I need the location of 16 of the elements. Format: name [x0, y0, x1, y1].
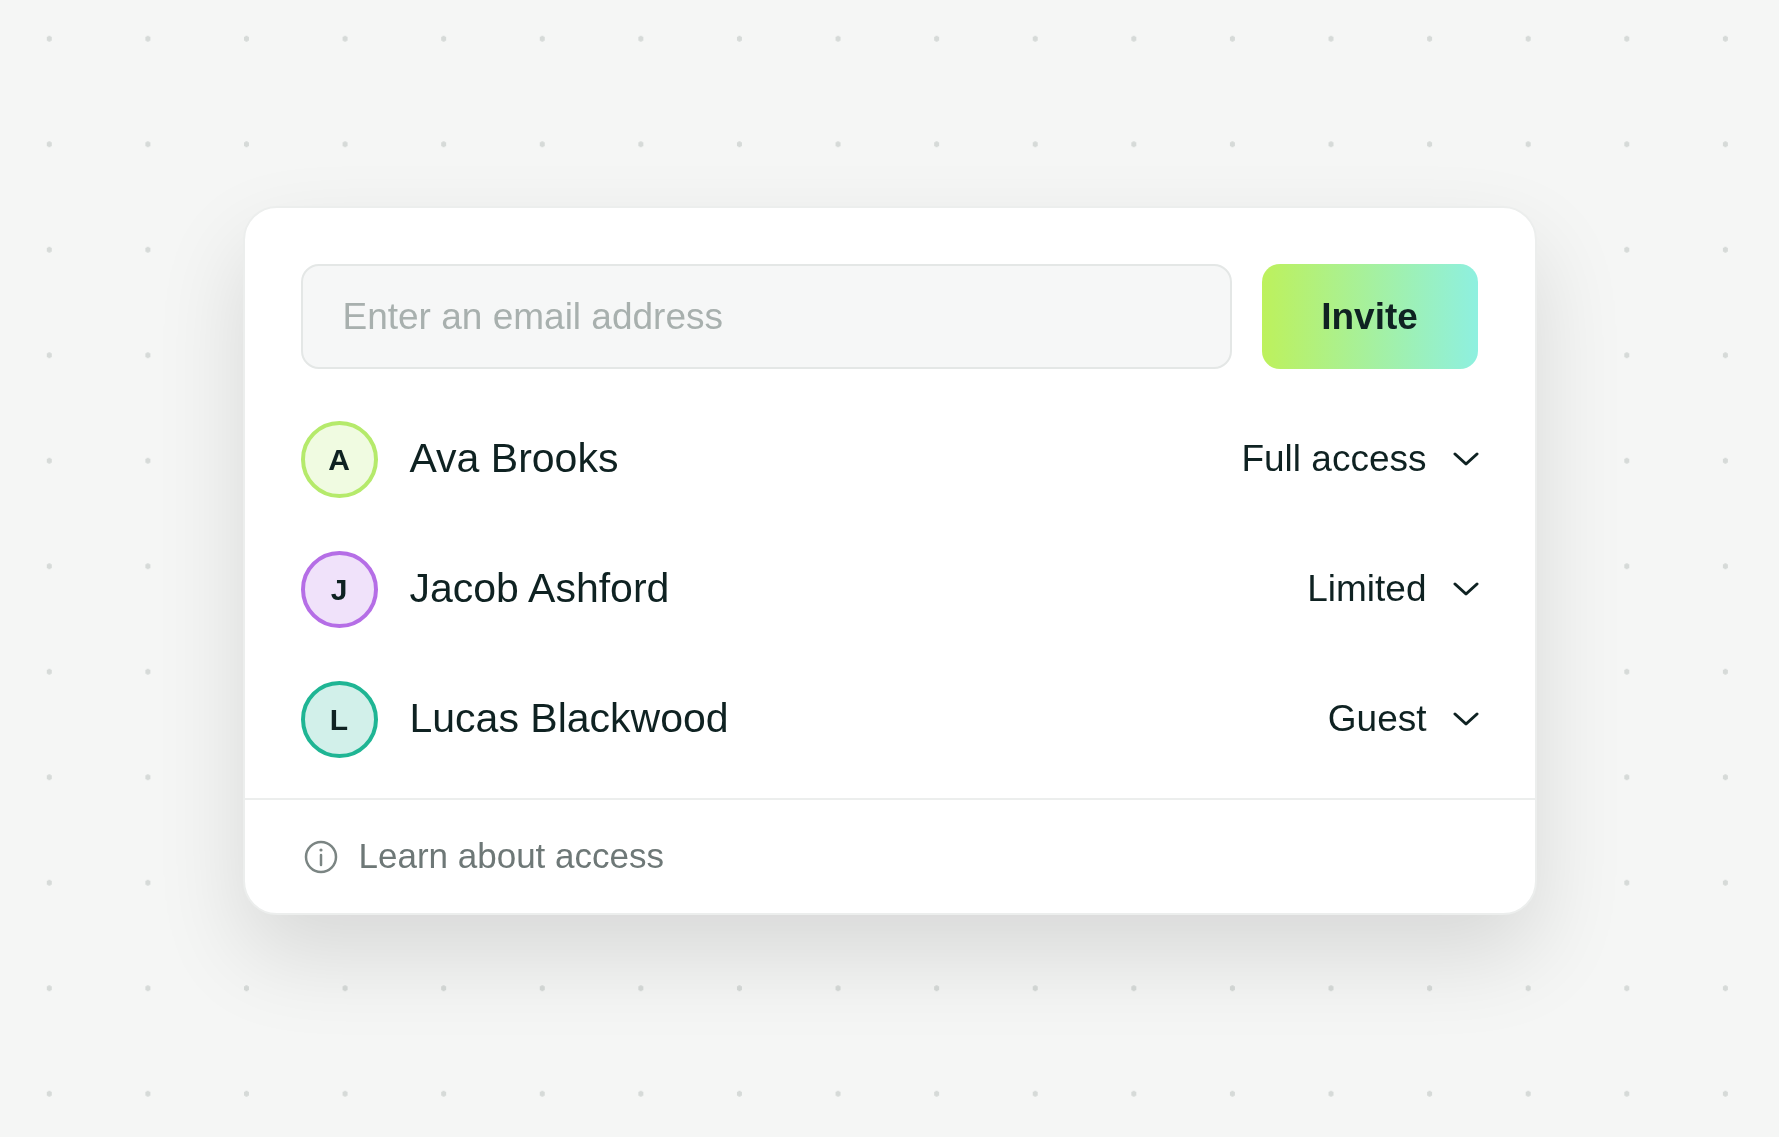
role-dropdown[interactable]: Guest: [1327, 691, 1479, 747]
chevron-down-icon: [1452, 451, 1479, 467]
avatar: J: [300, 550, 378, 628]
email-field[interactable]: Enter an email address: [300, 264, 1232, 369]
chevron-down-icon: [1452, 581, 1479, 597]
chevron-down-icon: [1452, 711, 1479, 727]
avatar: L: [300, 680, 378, 758]
learn-link[interactable]: Learn about access: [358, 830, 664, 883]
member-name: Jacob Ashford: [409, 564, 670, 614]
info-icon: [302, 838, 339, 875]
role-dropdown[interactable]: Full access: [1241, 431, 1479, 487]
invite-button[interactable]: Invite: [1261, 264, 1478, 369]
avatar: A: [300, 420, 378, 498]
role-dropdown[interactable]: Limited: [1307, 561, 1479, 617]
member-name: Lucas Blackwood: [409, 694, 729, 744]
member-name: Ava Brooks: [409, 434, 619, 484]
